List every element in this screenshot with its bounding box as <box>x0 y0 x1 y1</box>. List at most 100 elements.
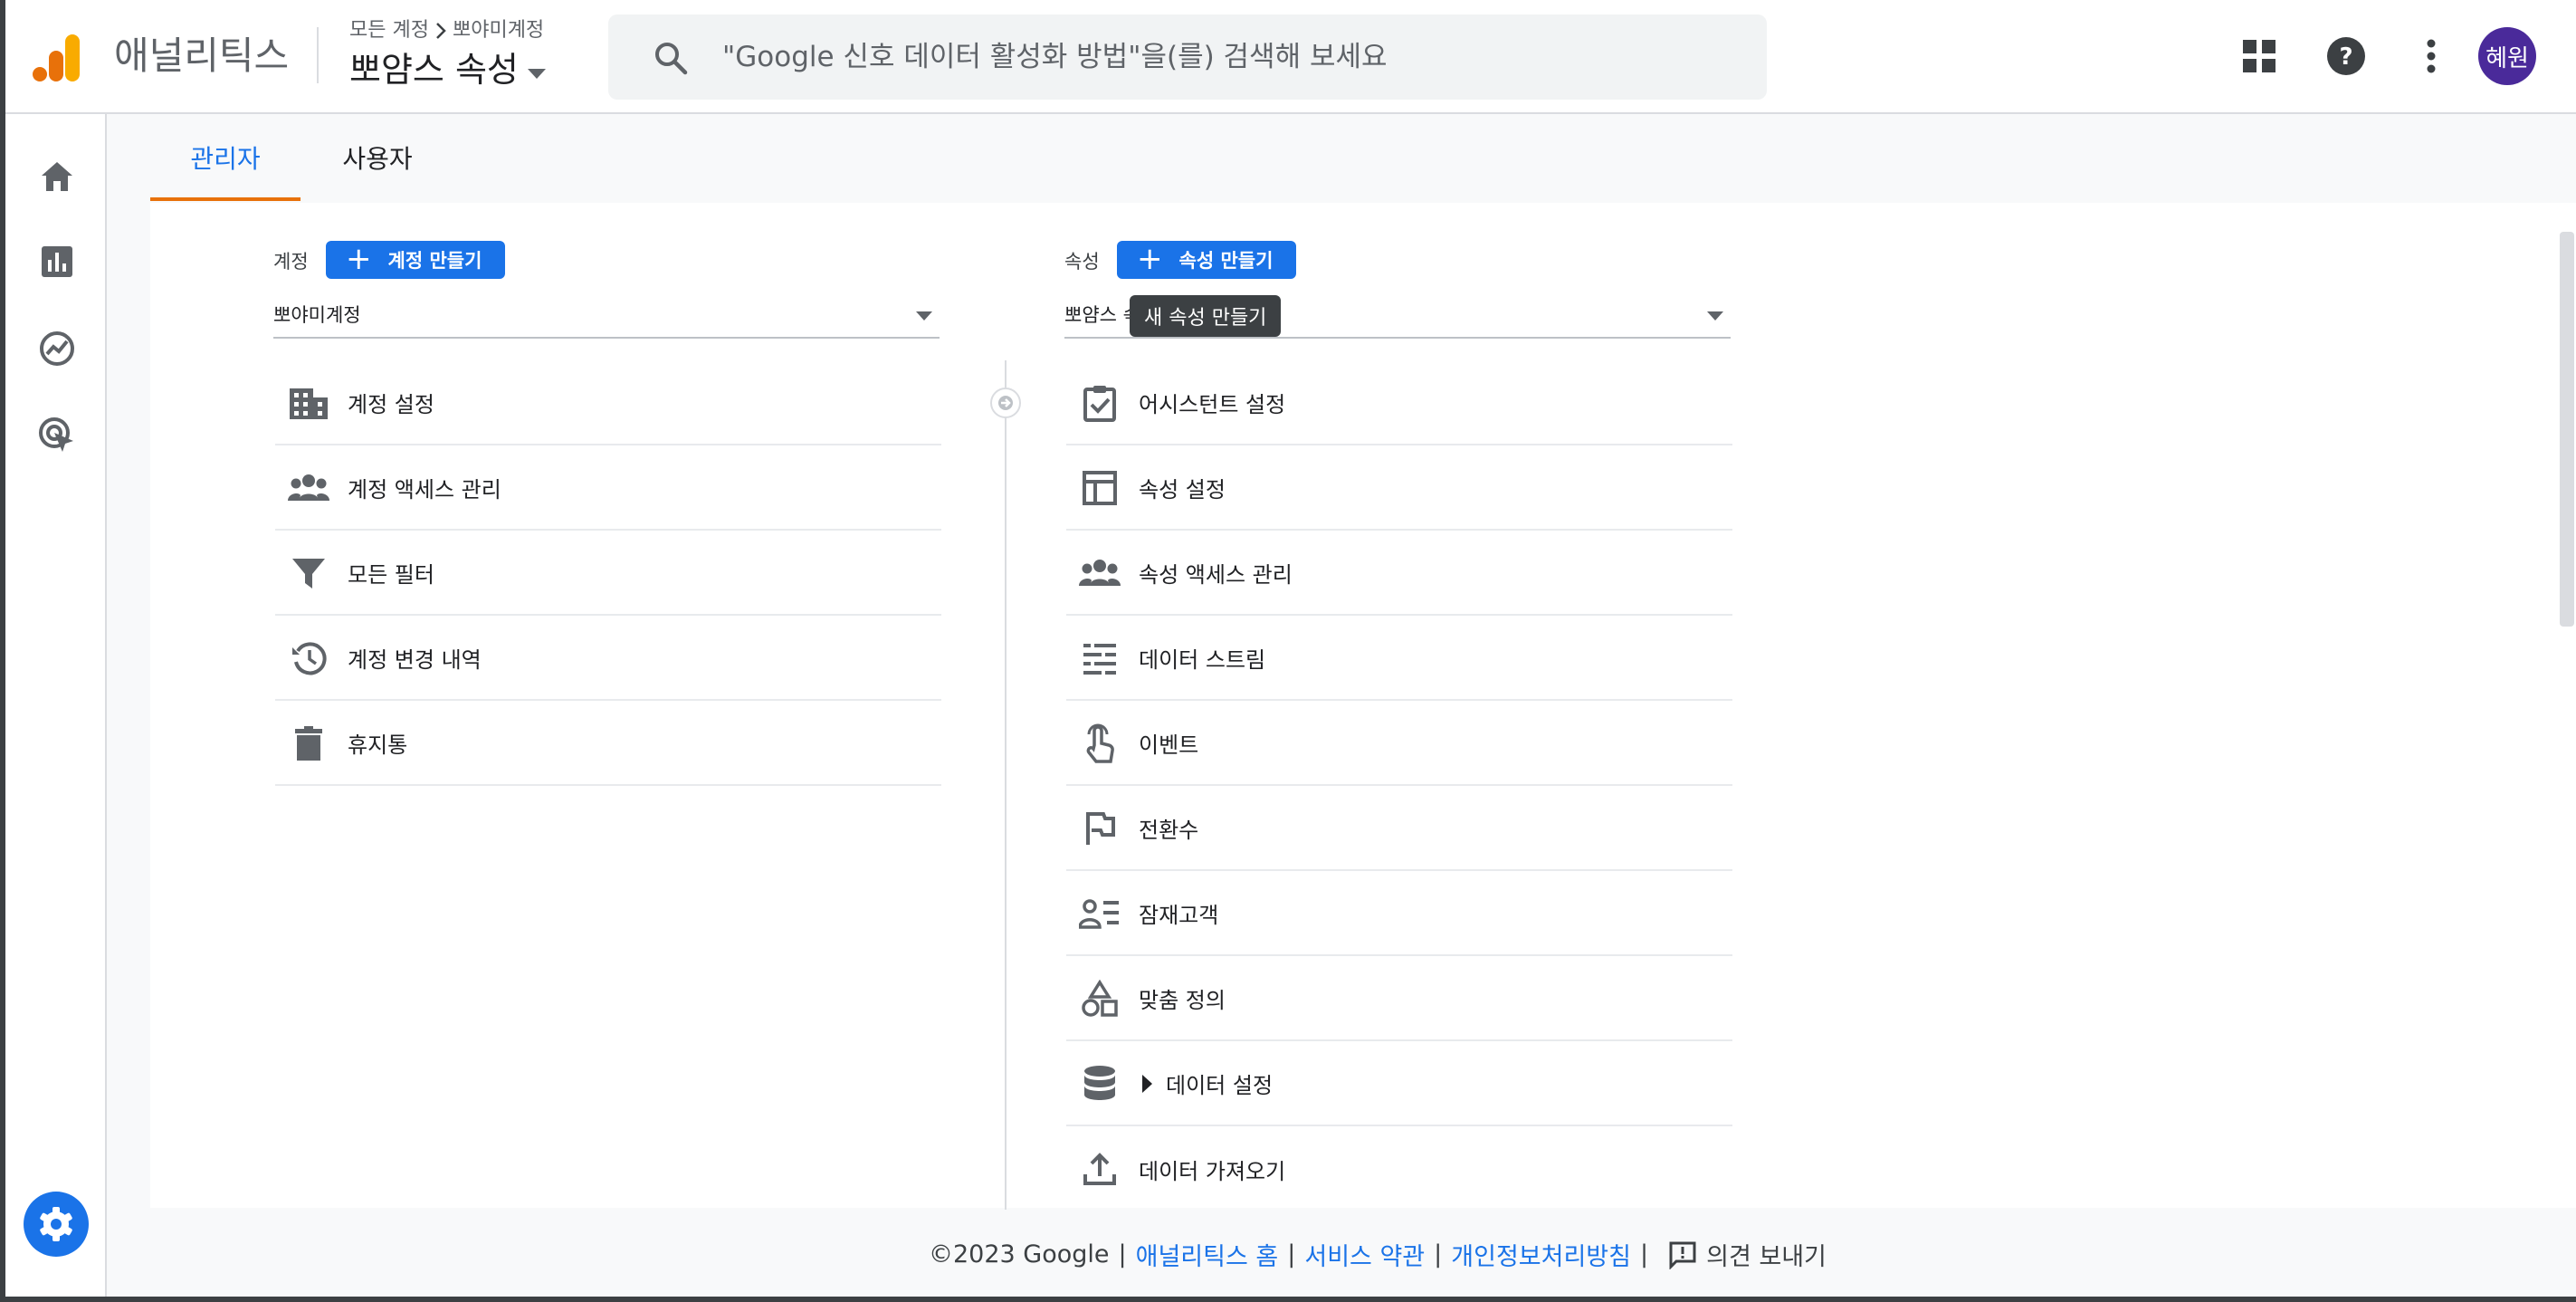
menu-item-label: 속성 액세스 관리 <box>1139 561 1293 588</box>
admin-tabs: 관리자 사용자 <box>150 114 454 201</box>
home-icon[interactable] <box>36 156 78 197</box>
menu-item-label: 계정 설정 <box>348 391 434 417</box>
menu-item-label: 휴지통 <box>348 732 408 758</box>
search-icon <box>655 43 688 75</box>
all-filters-item[interactable]: 모든 필터 <box>275 531 941 616</box>
analytics-home-link[interactable]: 애널리틱스 홈 <box>1136 1237 1279 1272</box>
header-divider <box>317 27 319 83</box>
menu-item-label: 모든 필터 <box>348 561 434 588</box>
breadcrumb[interactable]: 모든 계정 뽀야미계정 <box>349 18 544 43</box>
property-access-item[interactable]: 속성 액세스 관리 <box>1066 531 1732 616</box>
more-vert-icon[interactable] <box>2409 34 2453 78</box>
shapes-icon <box>1079 978 1121 1020</box>
property-title[interactable]: 뽀얌스 속성 <box>349 47 519 92</box>
audiences-item[interactable]: 잠재고객 <box>1066 871 1732 956</box>
menu-item-label: 데이터 설정 <box>1166 1072 1274 1098</box>
settings-gear-icon[interactable] <box>24 1192 89 1257</box>
audience-icon <box>1079 893 1121 934</box>
data-streams-item[interactable]: 데이터 스트림 <box>1066 616 1732 701</box>
apps-grid-icon[interactable] <box>2237 34 2281 78</box>
account-selector[interactable]: 뽀야미계정 <box>273 292 940 339</box>
tab-user[interactable]: 사용자 <box>301 114 454 201</box>
upload-icon <box>1079 1148 1121 1190</box>
account-menu: 계정 설정 계정 액세스 관리 모든 필터 계정 변경 내역 휴지통 <box>275 360 941 786</box>
property-column-label: 속성 <box>1064 251 1100 273</box>
feedback-icon <box>1669 1241 1696 1269</box>
menu-item-label: 데이터 스트림 <box>1139 646 1266 673</box>
footer-links: ©2023 Google | 애널리틱스 홈 | 서비스 약관 | 개인정보처리… <box>929 1237 1827 1272</box>
terms-link[interactable]: 서비스 약관 <box>1304 1237 1425 1272</box>
breadcrumb-account[interactable]: 뽀야미계정 <box>453 18 544 43</box>
arrow-circle-icon <box>990 388 1021 418</box>
layout-icon <box>1079 467 1121 509</box>
chevron-right-icon <box>436 23 446 39</box>
data-settings-item[interactable]: 데이터 설정 <box>1066 1041 1732 1126</box>
copyright-text: ©2023 Google <box>929 1240 1110 1268</box>
dropdown-caret-icon <box>527 68 546 79</box>
footer: ©2023 Google | 애널리틱스 홈 | 서비스 약관 | 개인정보처리… <box>107 1210 2576 1297</box>
search-bar[interactable] <box>608 14 1767 100</box>
left-nav <box>5 114 107 1297</box>
footer-separator: | <box>1118 1240 1127 1268</box>
checklist-icon <box>1079 382 1121 424</box>
trash-item[interactable]: 휴지통 <box>275 701 941 786</box>
flag-icon <box>1079 808 1121 849</box>
account-change-history-item[interactable]: 계정 변경 내역 <box>275 616 941 701</box>
account-access-item[interactable]: 계정 액세스 관리 <box>275 445 941 531</box>
account-settings-item[interactable]: 계정 설정 <box>275 360 941 445</box>
data-stream-icon <box>1079 637 1121 679</box>
avatar[interactable]: 혜원 <box>2478 27 2536 85</box>
property-settings-item[interactable]: 속성 설정 <box>1066 445 1732 531</box>
feedback-label: 의견 보내기 <box>1706 1243 1827 1271</box>
touch-icon <box>1079 723 1121 764</box>
menu-item-label: 맞춤 정의 <box>1139 987 1226 1013</box>
property-selector[interactable]: 뽀얌스 속성 <box>349 47 546 92</box>
events-item[interactable]: 이벤트 <box>1066 701 1732 786</box>
svg-text:?: ? <box>2339 43 2352 71</box>
plus-icon: + <box>1137 240 1163 277</box>
create-property-label: 속성 만들기 <box>1178 250 1274 272</box>
account-selector-value: 뽀야미계정 <box>273 304 361 326</box>
explore-icon[interactable] <box>36 328 78 369</box>
menu-item-label: 이벤트 <box>1139 732 1199 758</box>
top-app-bar: 애널리틱스 모든 계정 뽀야미계정 뽀얌스 속성 ? <box>5 0 2576 114</box>
conversions-item[interactable]: 전환수 <box>1066 786 1732 871</box>
footer-separator: | <box>1640 1240 1649 1268</box>
menu-item-label: 전환수 <box>1139 817 1199 843</box>
dropdown-caret-icon <box>916 311 932 321</box>
privacy-link[interactable]: 개인정보처리방침 <box>1451 1237 1631 1272</box>
assistant-settings-item[interactable]: 어시스턴트 설정 <box>1066 360 1732 445</box>
footer-separator: | <box>1287 1240 1296 1268</box>
expand-arrow-icon[interactable] <box>1142 1075 1152 1093</box>
app-name: 애널리틱스 <box>114 34 290 78</box>
breadcrumb-root[interactable]: 모든 계정 <box>349 18 429 43</box>
custom-definitions-item[interactable]: 맞춤 정의 <box>1066 956 1732 1041</box>
property-menu: 어시스턴트 설정 속성 설정 속성 액세스 관리 데이터 스트림 이벤트 전환수 <box>1066 360 1732 1211</box>
advertising-icon[interactable] <box>36 415 78 456</box>
menu-item-label: 어시스턴트 설정 <box>1139 391 1286 417</box>
footer-separator: | <box>1434 1240 1443 1268</box>
send-feedback-button[interactable]: 의견 보내기 <box>1668 1237 1827 1272</box>
help-icon[interactable]: ? <box>2324 34 2368 78</box>
history-icon <box>288 637 329 679</box>
search-input[interactable] <box>722 34 1718 80</box>
create-property-button[interactable]: + 속성 만들기 <box>1117 240 1297 279</box>
filter-icon <box>288 552 329 594</box>
analytics-logo-icon[interactable] <box>31 31 85 85</box>
tab-admin[interactable]: 관리자 <box>150 114 301 201</box>
database-icon <box>1079 1063 1121 1105</box>
reports-icon[interactable] <box>36 241 78 282</box>
menu-item-label: 잠재고객 <box>1139 902 1219 928</box>
people-icon <box>1079 552 1121 594</box>
menu-item-label: 계정 액세스 관리 <box>348 476 501 503</box>
scrollbar-thumb[interactable] <box>2560 232 2574 627</box>
people-icon <box>288 467 329 509</box>
building-icon <box>288 382 329 424</box>
create-property-tooltip: 새 속성 만들기 <box>1130 295 1282 337</box>
trash-icon <box>288 723 329 764</box>
account-column-label: 계정 <box>273 251 309 273</box>
create-account-label: 계정 만들기 <box>387 250 482 272</box>
create-account-button[interactable]: + 계정 만들기 <box>326 241 506 279</box>
data-import-item[interactable]: 데이터 가져오기 <box>1066 1126 1732 1211</box>
column-divider <box>1005 360 1007 1210</box>
